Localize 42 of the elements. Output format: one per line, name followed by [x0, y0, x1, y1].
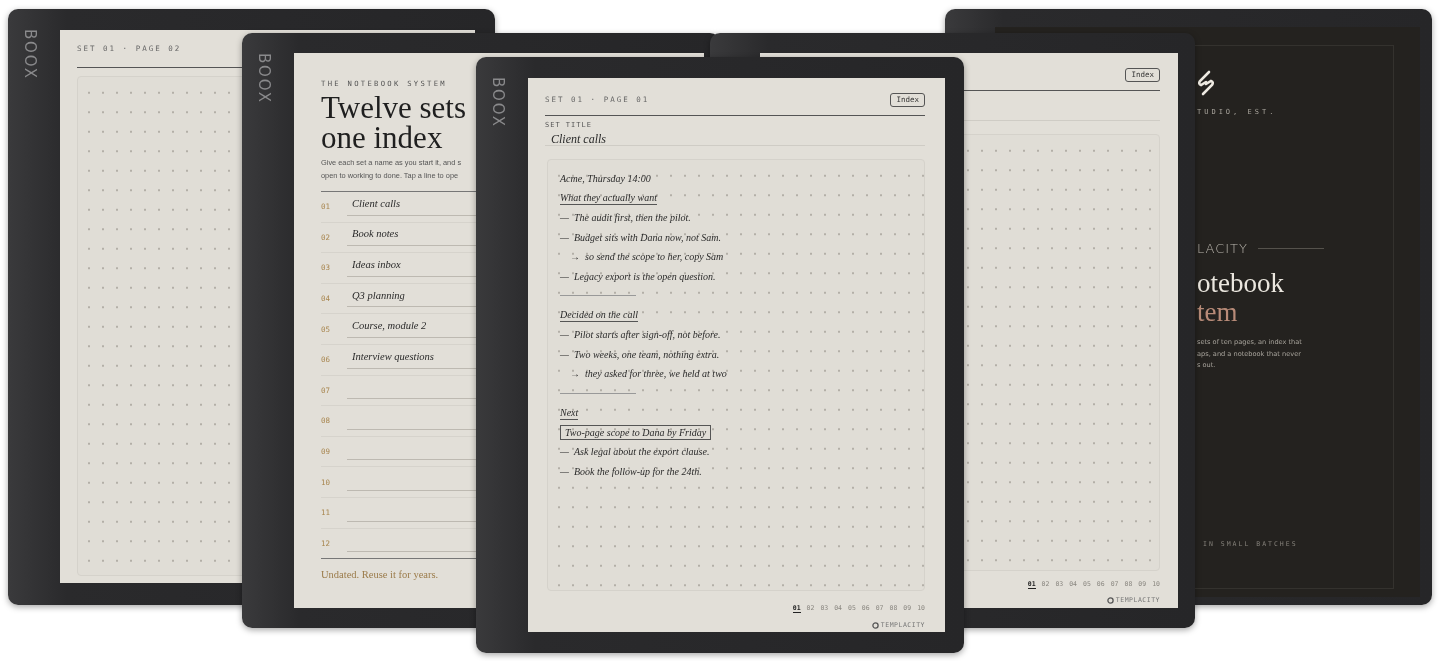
dash-mark: —	[560, 347, 569, 361]
set-name[interactable]: Interview questions	[352, 350, 434, 362]
dash-mark: —	[560, 445, 569, 459]
dash-mark: —	[560, 464, 569, 478]
note-text: Book the follow-up for the 24th.	[573, 464, 702, 478]
dash-mark: —	[560, 269, 569, 283]
dash-mark: —	[560, 328, 569, 342]
note-heading: Next	[560, 405, 579, 420]
note-text: Budget sits with Dana now, not Sam.	[573, 230, 721, 244]
brand-label: BOOX	[255, 53, 273, 104]
dash-mark: —	[560, 211, 569, 225]
note-text: Legacy export is the open question.	[573, 269, 716, 283]
note-text: Acme, Thursday 14:00	[560, 172, 651, 186]
page-title: one index	[321, 123, 443, 153]
cover-title: tem	[1197, 298, 1238, 327]
set-title: Client calls	[551, 132, 606, 146]
note-text: Pilot starts after sign-off, not before.	[573, 328, 721, 342]
note-text: so send the scope to her, copy Sam	[585, 250, 724, 264]
page-title: Twelve sets	[321, 93, 467, 123]
arrow-mark: →	[570, 250, 580, 264]
note-text: Two weeks, one team, nothing extra.	[573, 347, 720, 361]
arrow-mark: →	[570, 367, 580, 381]
brand-logo-icon	[1106, 596, 1114, 604]
brand-label: BOOX	[489, 77, 507, 128]
cover-title: otebook	[1197, 269, 1284, 298]
brand-label: BOOX	[21, 29, 39, 80]
set-name[interactable]: Course, module 2	[352, 320, 427, 332]
set-name[interactable]: Client calls	[352, 197, 401, 209]
note-text: they asked for three, we held at two	[585, 367, 727, 381]
note-heading: What they actually want	[560, 191, 657, 206]
logo-icon	[1197, 70, 1215, 96]
note-text: The audit first, then the pilot.	[573, 211, 691, 225]
brand-logo-icon	[871, 621, 879, 629]
set-name[interactable]: Ideas inbox	[352, 259, 401, 270]
note-text: Ask legal about the export clause.	[573, 445, 710, 459]
footer-note: Undated. Reuse it for years.	[321, 569, 440, 581]
note-heading: Decided on the call	[560, 308, 639, 323]
set-name[interactable]: Book notes	[352, 228, 399, 240]
set-name[interactable]: Q3 planning	[352, 289, 405, 301]
brand-name: LACITY	[1197, 241, 1248, 256]
boxed-note: Two-page scope to Dana by Friday	[560, 424, 712, 440]
dash-mark: —	[560, 230, 569, 244]
